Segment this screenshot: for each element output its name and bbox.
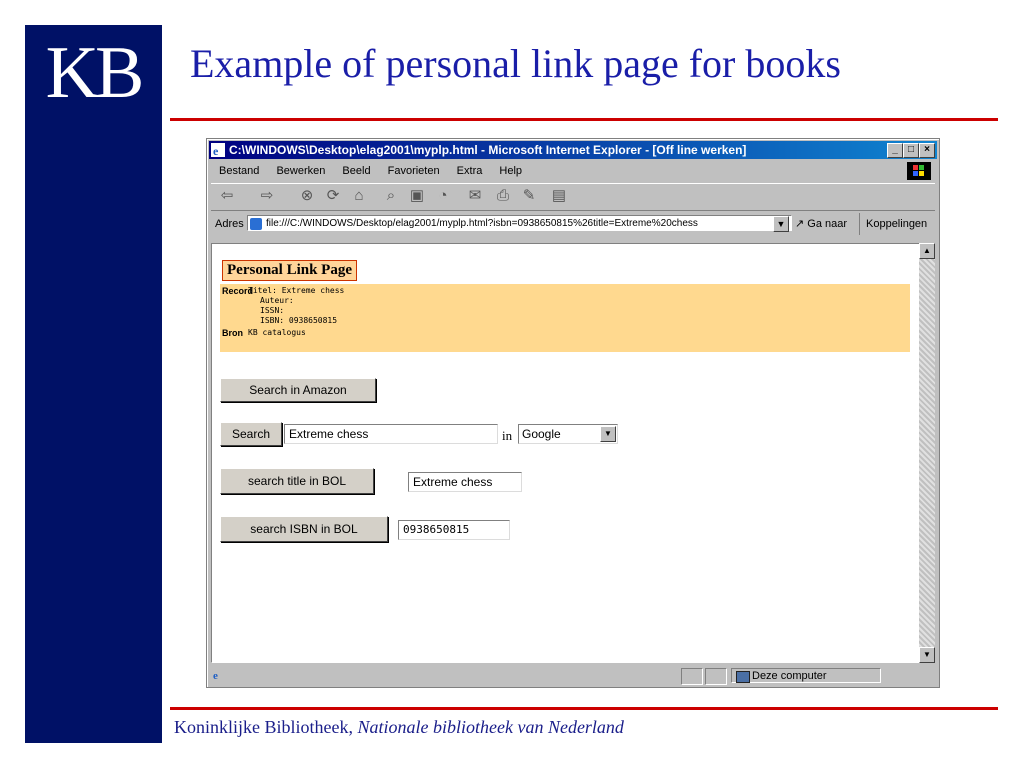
history-icon[interactable]: ◔ <box>433 187 453 205</box>
address-url: file:///C:/WINDOWS/Desktop/elag2001/mypl… <box>266 218 698 229</box>
search-button[interactable]: Search <box>220 422 282 446</box>
bron-value: KB catalogus <box>248 328 306 337</box>
address-dropdown-icon[interactable]: ▼ <box>773 216 789 232</box>
forward-icon[interactable]: ⇨ <box>257 187 277 205</box>
status-bar: e Deze computer <box>211 667 935 685</box>
scroll-down-icon[interactable]: ▼ <box>919 647 935 663</box>
search-input[interactable]: Extreme chess <box>284 424 498 444</box>
slide-title: Example of personal link page for books <box>190 41 841 86</box>
address-input[interactable]: file:///C:/WINDOWS/Desktop/elag2001/mypl… <box>247 215 792 231</box>
status-zone: Deze computer <box>731 668 881 683</box>
record-line: ISSN: <box>260 306 285 315</box>
ie-window: e C:\WINDOWS\Desktop\elag2001\myplp.html… <box>206 138 940 688</box>
top-red-rule <box>170 118 998 121</box>
windows-logo-icon <box>907 162 931 180</box>
footer-italic: Nationale bibliotheek van Nederland <box>357 717 624 737</box>
window-title: C:\WINDOWS\Desktop\elag2001\myplp.html -… <box>229 143 747 157</box>
menu-beeld[interactable]: Beeld <box>342 165 370 177</box>
page-heading: Personal Link Page <box>222 260 358 281</box>
chevron-down-icon: ▼ <box>600 426 616 442</box>
address-bar: Adres file:///C:/WINDOWS/Desktop/elag200… <box>211 213 935 235</box>
record-line: Auteur: <box>260 296 294 305</box>
bottom-red-rule <box>170 707 998 710</box>
menu-help[interactable]: Help <box>499 165 522 177</box>
menu-bewerken[interactable]: Bewerken <box>276 165 325 177</box>
back-icon[interactable]: ⇦ <box>217 187 237 205</box>
record-box: Record Titel: Extreme chess Auteur: ISSN… <box>220 284 910 352</box>
maximize-button[interactable]: □ <box>903 143 919 158</box>
vertical-scrollbar[interactable]: ▲ ▼ <box>919 243 935 663</box>
page-icon <box>250 218 262 230</box>
ie-icon: e <box>211 143 225 157</box>
svg-text:e: e <box>213 144 219 157</box>
go-button[interactable]: ↗ Ga naar <box>795 213 847 235</box>
status-ie-icon: e <box>213 670 218 682</box>
search-amazon-button[interactable]: Search in Amazon <box>220 378 376 402</box>
menu-extra[interactable]: Extra <box>457 165 483 177</box>
page-content: Personal Link Page Record Titel: Extreme… <box>211 243 925 663</box>
slide-footer: Koninklijke Bibliotheek, Nationale bibli… <box>174 717 624 738</box>
home-icon[interactable]: ⌂ <box>349 187 369 205</box>
bol-title-input[interactable]: Extreme chess <box>408 472 522 492</box>
go-arrow-icon: ↗ <box>795 218 805 230</box>
title-bar[interactable]: e C:\WINDOWS\Desktop\elag2001\myplp.html… <box>209 141 937 159</box>
in-label: in <box>502 428 513 443</box>
mail-icon[interactable]: ✉ <box>465 187 485 205</box>
minimize-button[interactable]: _ <box>887 143 903 158</box>
menu-bestand[interactable]: Bestand <box>219 165 259 177</box>
close-button[interactable]: × <box>919 143 935 158</box>
record-line: Titel: Extreme chess <box>248 286 345 295</box>
footer-text: Koninklijke Bibliotheek, <box>174 717 358 737</box>
search-isbn-bol-button[interactable]: search ISBN in BOL <box>220 516 388 542</box>
print-icon[interactable]: ⎙ <box>493 187 513 205</box>
computer-icon <box>736 671 750 683</box>
favorites-icon[interactable]: ▣ <box>407 187 427 205</box>
address-label: Adres <box>215 218 244 230</box>
search-icon[interactable]: ⌕ <box>381 187 401 205</box>
go-label: Ga naar <box>807 218 848 230</box>
status-cell <box>681 668 703 685</box>
engine-selected: Google <box>522 427 561 441</box>
search-title-bol-button[interactable]: search title in BOL <box>220 468 374 494</box>
refresh-icon[interactable]: ⟳ <box>323 187 343 205</box>
kb-logo: KB <box>45 32 145 114</box>
status-cell <box>705 668 727 685</box>
scroll-up-icon[interactable]: ▲ <box>919 243 935 259</box>
left-navy-bar <box>25 25 162 743</box>
status-zone-label: Deze computer <box>752 670 827 682</box>
engine-select[interactable]: Google ▼ <box>518 424 618 444</box>
menu-bar: Bestand Bewerken Beeld Favorieten Extra … <box>211 161 935 181</box>
bol-isbn-input[interactable]: 0938650815 <box>398 520 510 540</box>
menu-favorieten[interactable]: Favorieten <box>388 165 440 177</box>
edit-icon[interactable]: ✎ <box>519 187 539 205</box>
toolbar: ⇦ ⇨ ⊗ ⟳ ⌂ ⌕ ▣ ◔ ✉ ⎙ ✎ ▤ <box>211 183 935 211</box>
stop-icon[interactable]: ⊗ <box>297 187 317 205</box>
discuss-icon[interactable]: ▤ <box>549 187 569 205</box>
record-line: ISBN: 0938650815 <box>260 316 338 325</box>
bron-label: Bron <box>222 328 243 338</box>
links-button[interactable]: Koppelingen <box>859 213 927 235</box>
